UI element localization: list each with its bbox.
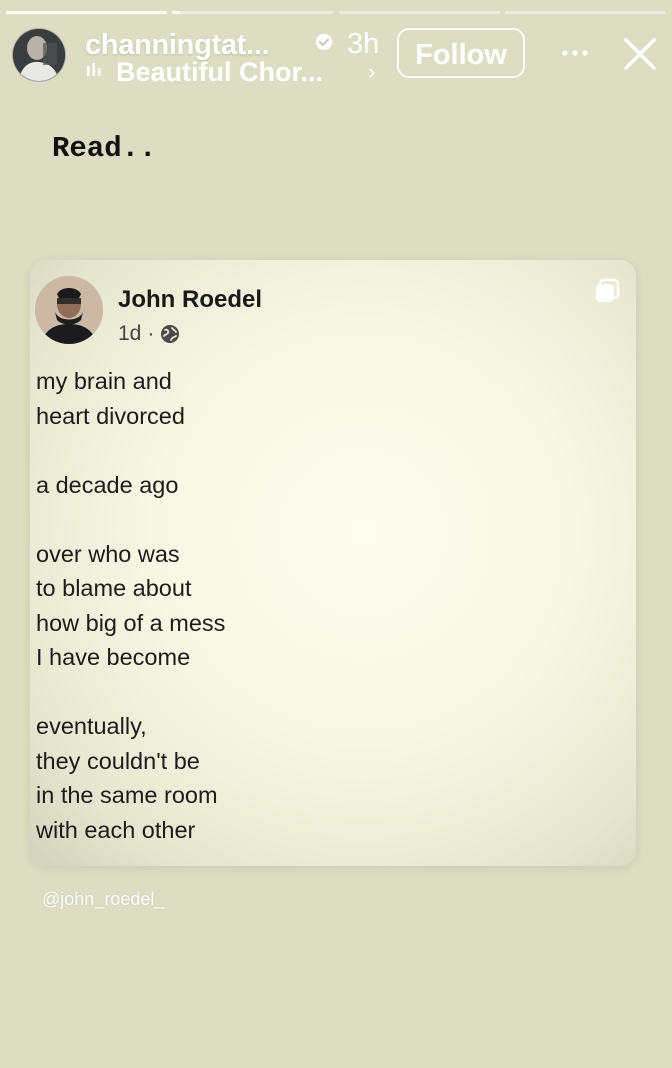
progress-segment-2 bbox=[172, 11, 334, 14]
post-body-text: my brain and heart divorced a decade ago ov… bbox=[36, 364, 616, 847]
post-body-line: how big of a mess bbox=[36, 609, 226, 636]
progress-segment-4 bbox=[504, 11, 666, 14]
post-age: 1d bbox=[118, 322, 142, 345]
post-body-blank-line bbox=[36, 502, 616, 537]
post-body-line: my brain and bbox=[36, 368, 172, 394]
music-title: Beautiful Chor... bbox=[116, 57, 324, 87]
shared-post-card[interactable]: John Roedel 1d · my brain and heart divor… bbox=[30, 260, 636, 866]
post-meta: 1d · bbox=[118, 322, 180, 346]
post-body-line: a decade ago bbox=[36, 471, 179, 498]
post-body-line: with each other bbox=[36, 816, 196, 843]
post-body-line: in the same room bbox=[36, 782, 218, 808]
more-options-icon[interactable] bbox=[558, 36, 592, 70]
story-caption-text: Read.. bbox=[52, 132, 157, 165]
progress-segment-3 bbox=[338, 11, 500, 14]
mention-tag[interactable]: @john_roedel_ bbox=[42, 889, 164, 910]
story-time-ago: 3h bbox=[347, 28, 380, 60]
post-body-line: eventually, bbox=[36, 713, 147, 739]
post-body-line: over who was bbox=[36, 540, 180, 567]
globe-icon bbox=[161, 325, 180, 343]
story-header: channingtat... 3h Beautiful Chor... › Fo… bbox=[10, 26, 662, 87]
audio-bars-icon bbox=[87, 63, 101, 76]
story-progress-bar bbox=[6, 11, 666, 14]
post-body-line: to blame about bbox=[36, 575, 192, 601]
post-body-line: heart divorced bbox=[36, 402, 185, 429]
user-avatar[interactable] bbox=[12, 28, 66, 82]
post-body-blank-line bbox=[36, 675, 616, 710]
progress-segment-1 bbox=[6, 11, 168, 14]
multiple-images-icon bbox=[596, 278, 620, 302]
post-body-line: I have become bbox=[36, 644, 191, 670]
chevron-right-icon: › bbox=[368, 59, 376, 84]
post-author-name: John Roedel bbox=[118, 286, 263, 313]
post-author-avatar bbox=[35, 276, 103, 344]
close-icon[interactable] bbox=[622, 36, 658, 72]
meta-separator: · bbox=[147, 322, 155, 345]
post-body-blank-line bbox=[36, 433, 616, 468]
verified-badge-icon bbox=[315, 33, 333, 51]
follow-button[interactable]: Follow bbox=[397, 28, 525, 78]
post-body-line: they couldn't be bbox=[36, 747, 200, 774]
